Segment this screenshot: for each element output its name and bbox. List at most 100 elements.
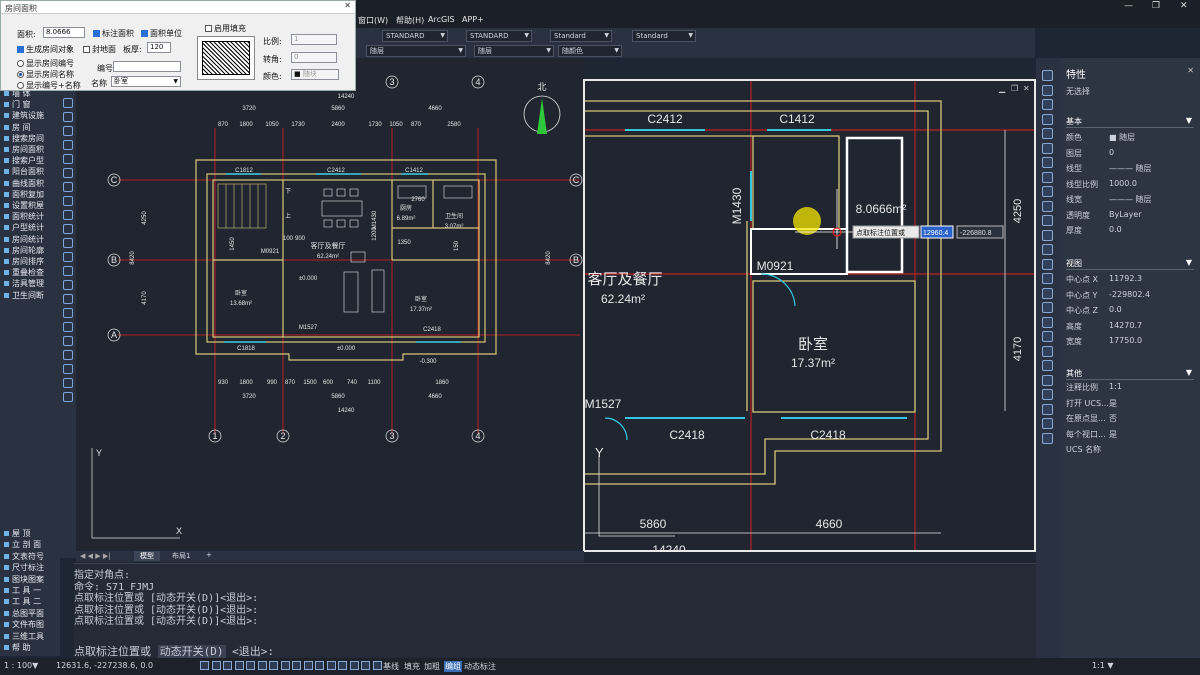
tool-item[interactable]: 房间排序	[4, 256, 44, 267]
status-toggle[interactable]: 基线	[383, 661, 399, 672]
tab-layout1[interactable]: 布局1	[166, 551, 196, 561]
modify-tool-icon[interactable]	[1042, 418, 1053, 429]
draw-tool-icon[interactable]	[63, 126, 73, 136]
tool-item[interactable]: 房间面积	[4, 144, 44, 155]
modify-tool-icon[interactable]	[1042, 360, 1053, 371]
section-basic[interactable]: 基本 ▼	[1066, 116, 1194, 128]
draw-tool-icon[interactable]	[63, 196, 73, 206]
draw-tool-icon[interactable]	[63, 322, 73, 332]
number-field[interactable]	[113, 61, 181, 72]
property-value[interactable]: 1:1	[1109, 382, 1122, 391]
show-name-radio[interactable]: 显示房间名称	[17, 69, 74, 80]
status-toggle-icon[interactable]	[361, 661, 370, 670]
modify-tool-icon[interactable]	[1042, 200, 1053, 212]
modify-tool-icon[interactable]	[1042, 389, 1053, 400]
draw-tool-icon[interactable]	[63, 364, 73, 374]
tab-add[interactable]: +	[200, 551, 218, 559]
property-value[interactable]: 0.0	[1109, 225, 1122, 234]
tool-item[interactable]: 房间轮廓	[4, 245, 44, 256]
property-value[interactable]: 否	[1109, 413, 1117, 424]
draw-tool-icon[interactable]	[63, 308, 73, 318]
close-icon[interactable]: ✕	[1187, 66, 1194, 75]
draw-tool-icon[interactable]	[63, 140, 73, 150]
status-toggle-icon[interactable]	[315, 661, 324, 670]
property-value[interactable]: ——— 随层	[1109, 163, 1152, 174]
property-value[interactable]: 1000.0	[1109, 179, 1137, 188]
status-toggle-icon[interactable]	[234, 661, 244, 670]
table-style-combo[interactable]: Standard ▼	[550, 30, 612, 42]
draw-tool-icon[interactable]	[63, 224, 73, 234]
show-both-radio[interactable]: 显示编号+名称	[17, 80, 81, 91]
area-value-field[interactable]: 8.0666	[43, 27, 85, 38]
generate-room-checkbox[interactable]: 生成房间对象	[17, 44, 74, 55]
draw-tool-icon[interactable]	[63, 168, 73, 178]
text-style-combo[interactable]: STANDARD ▼	[382, 30, 448, 42]
property-value[interactable]: 是	[1109, 429, 1117, 440]
show-number-radio[interactable]: 显示房间编号	[17, 58, 74, 69]
menu-help[interactable]: 帮助(H)	[396, 15, 424, 26]
tool-item[interactable]: 三维工具	[4, 631, 44, 642]
restore-icon[interactable]: ❐	[1011, 84, 1018, 93]
status-toggle-icon[interactable]	[280, 661, 290, 670]
draw-tool-icon[interactable]	[63, 294, 73, 304]
status-toggle-icon[interactable]	[223, 661, 232, 670]
draw-tool-icon[interactable]	[63, 336, 73, 346]
linetype-combo[interactable]: 随层 ▼	[366, 45, 466, 57]
draw-tool-icon[interactable]	[63, 210, 73, 220]
menu-arcgis[interactable]: ArcGIS	[428, 15, 455, 24]
name-combo[interactable]: 卧室 ▼	[111, 76, 181, 87]
minimize-icon[interactable]: —	[1124, 1, 1133, 11]
status-toggle-icon[interactable]	[338, 661, 347, 670]
scale-field[interactable]: 1	[291, 34, 337, 45]
tool-item[interactable]: 面积统计	[4, 211, 44, 222]
mark-area-checkbox[interactable]: 标注面积	[93, 28, 134, 39]
status-toggle[interactable]: 填充	[404, 661, 420, 672]
status-toggle-icon[interactable]	[372, 661, 382, 670]
tool-item[interactable]: 面积复加	[4, 189, 44, 200]
property-value[interactable]: ■ 随层	[1109, 132, 1135, 143]
mleader-style-combo[interactable]: Standard ▼	[632, 30, 696, 42]
tool-item[interactable]: 立 剖 面	[4, 539, 41, 550]
tool-item[interactable]: 建筑设施	[4, 110, 44, 121]
tool-item[interactable]: 工 具 二	[4, 596, 41, 607]
modify-tool-icon[interactable]	[1042, 171, 1053, 183]
close-icon[interactable]: ✕	[344, 1, 351, 10]
fill-pattern-preview[interactable]	[197, 36, 255, 80]
status-toggle-icon[interactable]	[303, 661, 313, 670]
status-toggle[interactable]: 编组	[444, 661, 462, 672]
status-toggle[interactable]: 加粗	[424, 661, 440, 672]
modify-tool-icon[interactable]	[1042, 244, 1053, 255]
modify-tool-icon[interactable]	[1042, 273, 1053, 284]
tool-item[interactable]: 搜索户型	[4, 155, 44, 166]
modify-tool-icon[interactable]	[1042, 70, 1053, 81]
property-value[interactable]: 11792.3	[1109, 274, 1142, 283]
area-unit-checkbox[interactable]: 面积单位	[141, 28, 182, 39]
modify-tool-icon[interactable]	[1042, 403, 1053, 415]
maximize-icon[interactable]: ❐	[1152, 1, 1160, 11]
section-other[interactable]: 其他 ▼	[1066, 368, 1194, 380]
modify-tool-icon[interactable]	[1042, 186, 1053, 197]
minimize-icon[interactable]: ▁	[998, 84, 1006, 93]
tool-item[interactable]: 搜索房间	[4, 133, 44, 144]
draw-tool-icon[interactable]	[63, 378, 73, 388]
modify-tool-icon[interactable]	[1042, 302, 1053, 313]
tool-item[interactable]: 房间统计	[4, 234, 44, 245]
modify-tool-icon[interactable]	[1042, 142, 1053, 154]
tool-item[interactable]: 总图平面	[4, 608, 44, 619]
closed-floor-checkbox[interactable]: 封地面	[83, 44, 116, 55]
tool-item[interactable]: 卫生间断	[4, 290, 44, 301]
property-value[interactable]: -229802.4	[1109, 290, 1150, 299]
dialog-titlebar[interactable]: 房间面积 ✕	[1, 1, 355, 14]
status-toggle-icon[interactable]	[257, 661, 267, 670]
annotation-scale[interactable]: 1:1 ▼	[1092, 661, 1114, 670]
modify-tool-icon[interactable]	[1042, 229, 1053, 241]
draw-tool-icon[interactable]	[63, 350, 73, 360]
section-view[interactable]: 视图 ▼	[1066, 258, 1194, 270]
status-toggle-icon[interactable]	[349, 661, 359, 670]
draw-tool-icon[interactable]	[63, 392, 73, 402]
draw-tool-icon[interactable]	[63, 238, 73, 248]
modify-tool-icon[interactable]	[1042, 113, 1053, 125]
close-icon[interactable]: ✕	[1023, 84, 1030, 93]
command-input[interactable]: 点取标注位置或 动态开关(D) <退出>:	[74, 643, 274, 659]
tab-model[interactable]: 模型	[134, 551, 160, 561]
